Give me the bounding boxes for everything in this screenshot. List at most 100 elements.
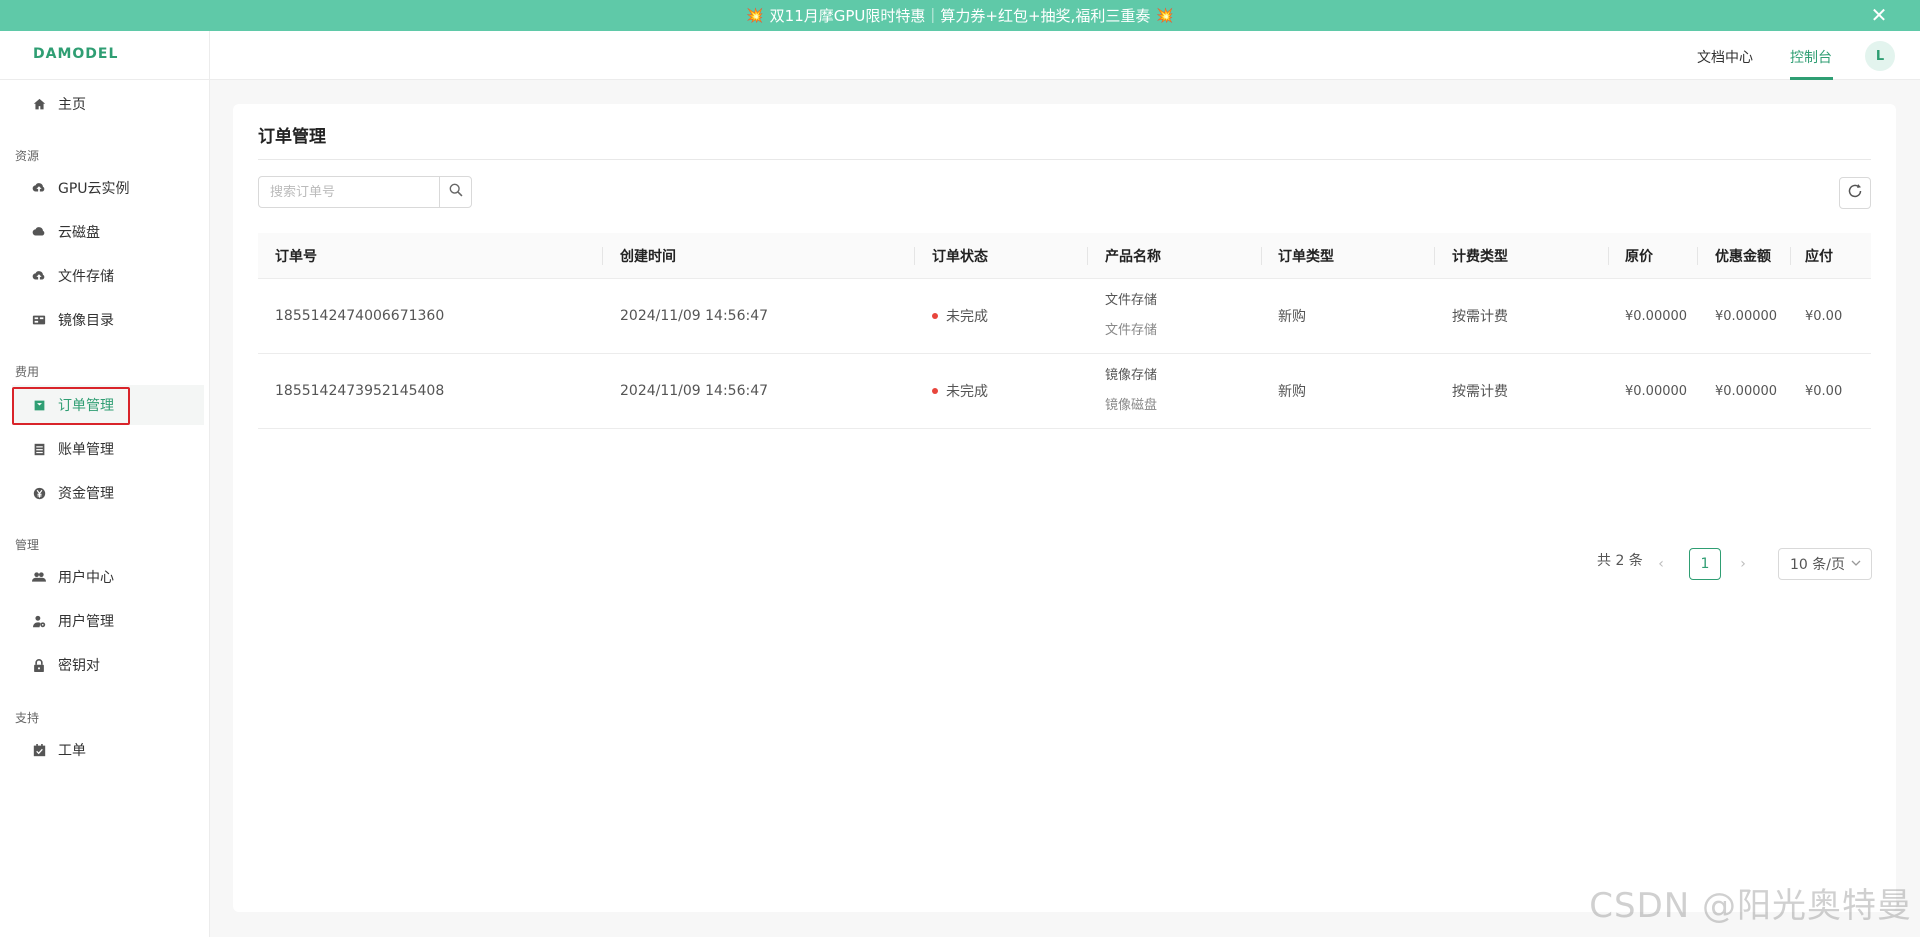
product-name: 镜像存储 xyxy=(1105,368,1158,383)
original-price-cell: ¥0.00000 xyxy=(1625,383,1688,399)
sidebar-group-resources: 资源 xyxy=(15,149,40,163)
close-icon[interactable]: ✕ xyxy=(1868,4,1890,26)
order-type-cell: 新购 xyxy=(1278,309,1306,325)
orders-table: 订单号 创建时间 订单状态 产品名称 订单类型 计费类型 原价 优惠金额 应付 … xyxy=(258,233,1871,429)
pagination-page-button[interactable]: 1 xyxy=(1689,548,1721,580)
sidebar-item-ticket[interactable]: 工单 xyxy=(12,730,204,770)
discount-cell: ¥0.00000 xyxy=(1715,383,1778,399)
column-divider xyxy=(1697,247,1698,265)
explosion-icon: 💥 xyxy=(1156,7,1174,24)
column-header-status: 订单状态 xyxy=(932,248,988,265)
sidebar-group-support: 支持 xyxy=(15,711,40,725)
column-header-original-price: 原价 xyxy=(1625,248,1653,265)
sidebar-group-billing: 费用 xyxy=(15,365,40,379)
page-size-select[interactable]: 10 条/页 xyxy=(1778,548,1872,580)
column-divider xyxy=(1261,247,1262,265)
sidebar-item-home[interactable]: 主页 xyxy=(12,84,204,124)
sidebar-item-label: 云磁盘 xyxy=(58,225,100,241)
column-header-order-no: 订单号 xyxy=(275,248,317,265)
original-price-cell: ¥0.00000 xyxy=(1625,308,1688,324)
search-button[interactable] xyxy=(439,177,471,207)
cloud-icon xyxy=(32,225,46,239)
lock-icon xyxy=(32,658,46,672)
product-name: 文件存储 xyxy=(1105,293,1158,308)
refresh-button[interactable] xyxy=(1839,177,1871,209)
column-header-payable: 应付 xyxy=(1805,248,1833,265)
home-icon xyxy=(32,97,46,111)
promo-banner[interactable]: 💥 双11月摩GPU限时特惠｜算力券+红包+抽奖,福利三重奏 💥 xyxy=(0,0,1920,31)
table-row[interactable]: 1855142473952145408 2024/11/09 14:56:47 … xyxy=(258,354,1871,429)
table-header: 订单号 创建时间 订单状态 产品名称 订单类型 计费类型 原价 优惠金额 应付 xyxy=(258,233,1871,279)
ticket-check-icon xyxy=(32,743,46,757)
sidebar-item-order-management[interactable]: 订单管理 xyxy=(12,385,204,425)
sidebar-group-manage: 管理 xyxy=(15,538,40,552)
column-divider xyxy=(914,247,915,265)
status-dot-icon xyxy=(932,388,938,394)
status-cell: 未完成 xyxy=(932,381,988,401)
column-header-product: 产品名称 xyxy=(1105,248,1161,265)
pagination-next-button[interactable]: › xyxy=(1733,549,1753,579)
top-navbar: DAMODEL 文档中心 控制台 L xyxy=(0,31,1920,80)
column-divider xyxy=(1608,247,1609,265)
sidebar-item-label: 资金管理 xyxy=(58,486,114,502)
yen-coin-icon xyxy=(32,486,46,500)
payable-cell: ¥0.00 xyxy=(1805,308,1843,324)
sidebar-item-key-pair[interactable]: 密钥对 xyxy=(12,645,204,685)
nav-docs-link[interactable]: 文档中心 xyxy=(1697,47,1753,67)
column-divider xyxy=(1790,247,1791,265)
order-search-input[interactable] xyxy=(259,177,439,207)
sidebar-item-label: 镜像目录 xyxy=(58,313,114,329)
sidebar-item-fund-management[interactable]: 资金管理 xyxy=(12,473,204,513)
sidebar-item-gpu-instances[interactable]: GPU云实例 xyxy=(12,168,204,208)
avatar[interactable]: L xyxy=(1865,41,1895,71)
product-cell: 文件存储 文件存储 xyxy=(1105,286,1157,346)
image-catalog-icon xyxy=(32,313,46,327)
promo-banner-text: 双11月摩GPU限时特惠｜算力券+红包+抽奖,福利三重奏 xyxy=(769,7,1151,25)
product-sub-name: 文件存储 xyxy=(1105,323,1158,338)
sidebar-item-label: 工单 xyxy=(58,743,86,759)
column-divider xyxy=(602,247,603,265)
order-type-cell: 新购 xyxy=(1278,384,1306,400)
sidebar-item-image-catalog[interactable]: 镜像目录 xyxy=(12,300,204,340)
order-no-cell: 1855142474006671360 xyxy=(275,308,445,324)
user-settings-icon xyxy=(32,614,46,628)
nav-console-link[interactable]: 控制台 xyxy=(1790,47,1832,67)
sidebar-item-file-storage[interactable]: 文件存储 xyxy=(12,256,204,296)
sidebar-item-user-management[interactable]: 用户管理 xyxy=(12,601,204,641)
status-text: 未完成 xyxy=(946,309,988,325)
column-header-created: 创建时间 xyxy=(620,248,676,265)
table-row[interactable]: 1855142474006671360 2024/11/09 14:56:47 … xyxy=(258,279,1871,354)
sidebar-item-user-center[interactable]: 用户中心 xyxy=(12,557,204,597)
sidebar-item-label: 用户中心 xyxy=(58,570,114,586)
users-icon xyxy=(32,570,46,584)
bill-icon xyxy=(32,442,46,456)
refresh-icon xyxy=(1847,183,1863,203)
nav-active-indicator xyxy=(1790,77,1833,80)
search-icon xyxy=(449,183,463,201)
column-header-order-type: 订单类型 xyxy=(1278,248,1334,265)
cloud-upload-icon xyxy=(32,269,46,283)
status-dot-icon xyxy=(932,313,938,319)
column-header-billing-type: 计费类型 xyxy=(1452,248,1508,265)
column-divider xyxy=(1434,247,1435,265)
pagination-prev-button[interactable]: ‹ xyxy=(1651,549,1671,579)
logo[interactable]: DAMODEL xyxy=(33,46,118,62)
pagination-total: 共 2 条 xyxy=(1597,553,1643,569)
page-title: 订单管理 xyxy=(258,127,326,147)
chevron-right-icon: › xyxy=(1740,556,1746,572)
product-cell: 镜像存储 镜像磁盘 xyxy=(1105,361,1157,421)
sidebar-item-cloud-disk[interactable]: 云磁盘 xyxy=(12,212,204,252)
order-management-panel: 订单管理 订单号 创建时间 订单状态 产品名称 订单类型 计费类型 原价 优惠金… xyxy=(233,104,1896,912)
sidebar-item-bill-management[interactable]: 账单管理 xyxy=(12,429,204,469)
sidebar: 主页 资源 GPU云实例 云磁盘 文件存储 镜像目录 费用 订单管理 账单管理 … xyxy=(0,80,210,937)
sidebar-item-label: 订单管理 xyxy=(58,398,114,414)
billing-type-cell: 按需计费 xyxy=(1452,309,1508,325)
chevron-down-icon xyxy=(1850,557,1862,573)
sidebar-item-label: GPU云实例 xyxy=(58,181,130,197)
created-cell: 2024/11/09 14:56:47 xyxy=(620,383,769,399)
sidebar-item-label: 主页 xyxy=(58,97,86,113)
payable-cell: ¥0.00 xyxy=(1805,383,1843,399)
created-cell: 2024/11/09 14:56:47 xyxy=(620,308,769,324)
title-divider xyxy=(258,159,1871,160)
order-no-cell: 1855142473952145408 xyxy=(275,383,445,399)
